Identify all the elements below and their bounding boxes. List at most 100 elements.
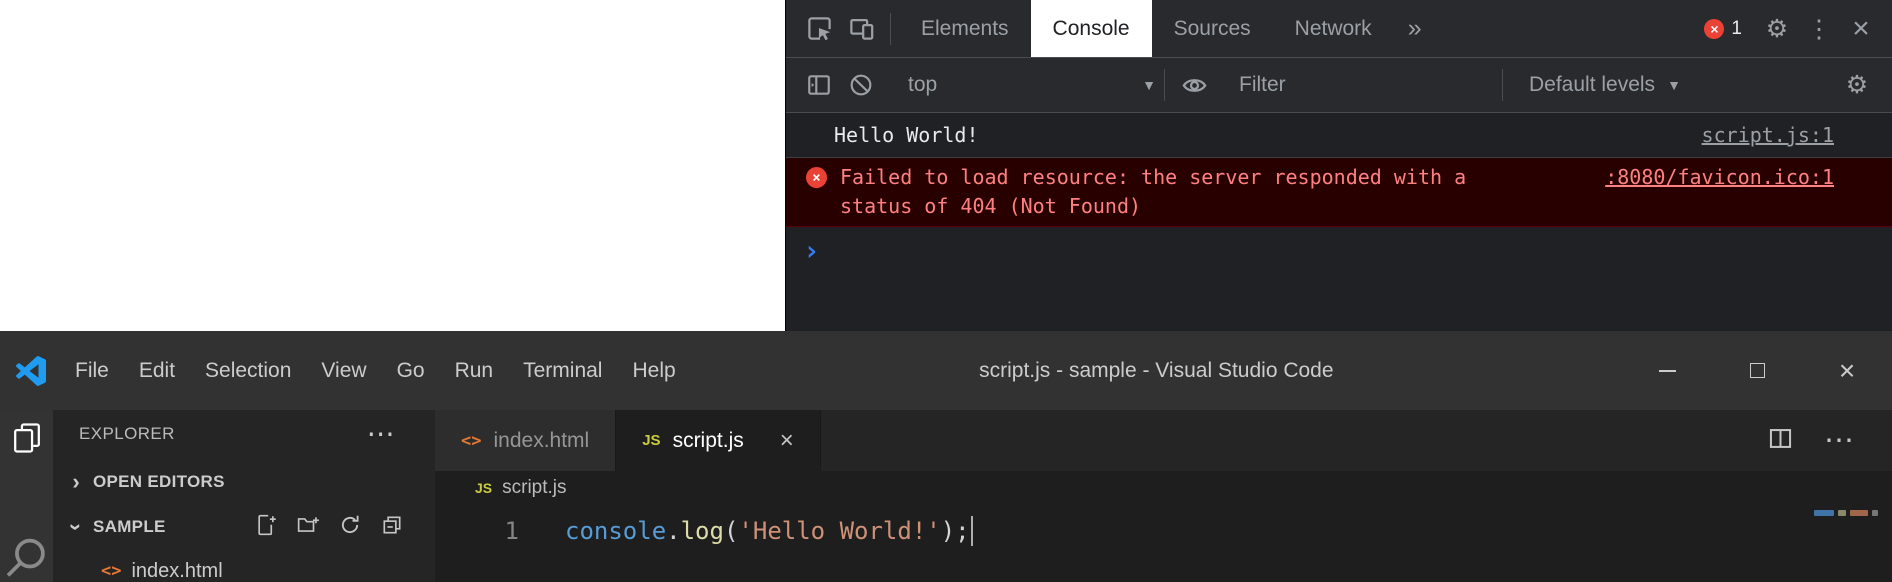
tab-console[interactable]: Console [1031,0,1152,57]
vscode-logo-icon [16,356,46,386]
error-badge-icon: × [1704,19,1724,39]
editor-tab-bar: <> index.html JS script.js × [435,410,1892,471]
menu-file[interactable]: File [60,359,124,383]
device-toolbar-icon[interactable] [840,8,882,50]
inspect-element-icon[interactable] [798,8,840,50]
breadcrumb[interactable]: JS script.js [435,471,1892,505]
code-line-1: 1 console.log('Hello World!'); [435,511,1792,551]
tab-elements[interactable]: Elements [899,0,1031,57]
tab-index-html[interactable]: <> index.html [435,410,616,471]
toolbar-divider [1164,69,1165,101]
console-settings-icon[interactable]: ⚙ [1836,64,1878,106]
screen: Elements Console Sources Network » × 1 ⚙… [0,0,1892,582]
folder-name-label: SAMPLE [93,517,166,537]
maximize-button[interactable] [1712,331,1802,410]
devtools-close-icon[interactable]: × [1840,8,1882,50]
js-file-icon: JS [642,432,660,449]
code-line-content: console.log('Hello World!'); [565,517,970,545]
log-source-link[interactable]: script.js:1 [1682,123,1834,147]
js-file-icon: JS [475,480,492,496]
minimap-segment [1814,510,1834,516]
menu-run[interactable]: Run [440,359,509,383]
minimap-segment [1850,510,1868,516]
toolbar-divider [890,13,891,45]
error-text: Failed to load resource: the server resp… [840,163,1466,221]
refresh-icon[interactable] [339,514,361,541]
chevron-down-icon: ▼ [1142,77,1156,93]
log-level-dropdown[interactable]: Default levels ▼ [1529,73,1681,97]
error-source-link[interactable]: :8080/favicon.ico:1 [1585,163,1834,192]
devtools-main-toolbar: Elements Console Sources Network » × 1 ⚙… [786,0,1892,58]
console-filter-input[interactable] [1239,73,1494,97]
minimap[interactable] [1814,510,1878,516]
minimize-icon [1659,370,1676,372]
window-title: script.js - sample - Visual Studio Code [691,359,1622,383]
menu-terminal[interactable]: Terminal [508,359,617,383]
clear-console-icon[interactable] [840,64,882,106]
chevron-down-icon: › [63,516,89,538]
context-selector-value: top [908,73,937,97]
menu-edit[interactable]: Edit [124,359,190,383]
menu-selection[interactable]: Selection [190,359,306,383]
vscode-titlebar: File Edit Selection View Go Run Terminal… [0,331,1892,410]
explorer-sidebar: EXPLORER ⋯ › OPEN EDITORS › SAMPLE [53,410,435,582]
toolbar-divider [1502,69,1503,101]
tab-sources[interactable]: Sources [1152,0,1273,57]
new-folder-icon[interactable] [297,514,319,541]
console-sidebar-icon[interactable] [798,64,840,106]
folder-section-sample[interactable]: › SAMPLE [53,505,435,549]
tab-close-icon[interactable]: × [780,429,794,453]
explorer-header: EXPLORER ⋯ [53,410,435,458]
console-toolbar: top ▼ Default levels ▼ ⚙ [786,58,1892,113]
console-prompt-chevron-icon: › [803,234,820,267]
tab-network[interactable]: Network [1273,0,1394,57]
code-editor[interactable]: 1 console.log('Hello World!'); [435,505,1892,582]
more-tabs-button[interactable]: » [1394,0,1436,57]
devtools-panel: Elements Console Sources Network » × 1 ⚙… [785,0,1892,331]
editor-group: <> index.html JS script.js × [435,410,1892,582]
search-activity-icon[interactable] [1,534,51,582]
console-prompt[interactable]: › [786,227,1892,265]
file-item-label: index.html [131,560,222,582]
explorer-title: EXPLORER [79,424,175,444]
open-editors-label: OPEN EDITORS [93,472,225,492]
error-count-badge[interactable]: × 1 [1704,18,1742,40]
console-log-message: Hello World! script.js:1 [786,113,1892,158]
chevron-right-icon: › [65,469,87,495]
menu-view[interactable]: View [306,359,381,383]
minimap-segment [1872,510,1878,516]
new-file-icon[interactable] [255,514,277,541]
minimize-button[interactable] [1622,331,1712,410]
log-level-value: Default levels [1529,73,1655,97]
vscode-window: File Edit Selection View Go Run Terminal… [0,331,1892,582]
text-cursor [971,516,974,546]
log-text: Hello World! [834,123,979,147]
split-editor-icon[interactable] [1767,425,1794,457]
line-number: 1 [435,517,519,545]
vscode-body: EXPLORER ⋯ › OPEN EDITORS › SAMPLE [0,410,1892,582]
devtools-menu-icon[interactable]: ⋮ [1798,8,1840,50]
context-selector-dropdown[interactable]: top ▼ [908,73,1156,97]
chevron-down-icon: ▼ [1667,77,1681,93]
console-error-message: × Failed to load resource: the server re… [786,158,1892,227]
console-output: Hello World! script.js:1 × Failed to loa… [786,113,1892,331]
open-editors-section[interactable]: › OPEN EDITORS [53,458,435,505]
devtools-settings-icon[interactable]: ⚙ [1756,8,1798,50]
tab-label: index.html [493,429,589,453]
html-file-icon: <> [461,431,481,451]
window-controls: × [1622,331,1892,410]
code-token: console [565,517,666,545]
html-file-icon: <> [101,561,121,581]
file-item-index-html[interactable]: <> index.html [53,549,435,582]
browser-page-content [0,0,785,331]
menu-help[interactable]: Help [617,359,690,383]
explorer-activity-icon[interactable] [0,420,53,456]
breadcrumb-file: script.js [502,477,566,499]
tab-label: script.js [673,429,744,453]
code-token: . [666,517,680,545]
live-expression-eye-icon[interactable] [1173,64,1215,106]
close-button[interactable]: × [1802,331,1892,410]
menu-go[interactable]: Go [382,359,440,383]
tab-script-js[interactable]: JS script.js × [616,410,821,471]
collapse-all-icon[interactable] [381,514,403,541]
